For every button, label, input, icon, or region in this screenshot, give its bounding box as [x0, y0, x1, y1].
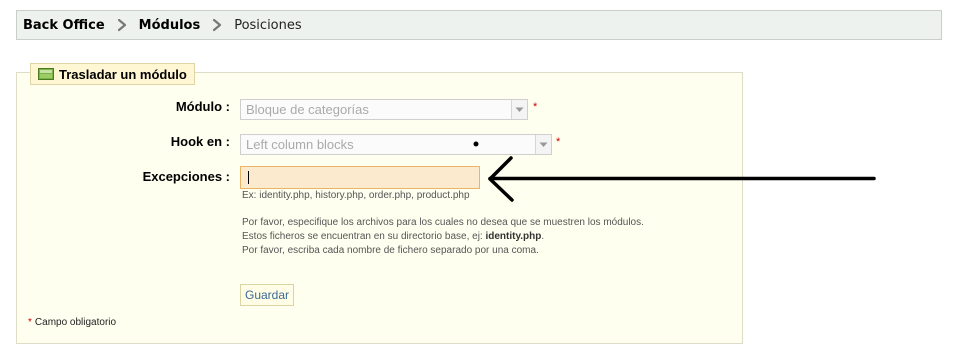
- save-button[interactable]: Guardar: [240, 284, 294, 306]
- modulo-select-value: Bloque de categorías: [246, 102, 369, 117]
- excepciones-label: Excepciones :: [142, 169, 230, 184]
- chevron-down-icon[interactable]: [511, 100, 527, 119]
- hook-select-value: Left column blocks: [246, 137, 354, 152]
- modulo-label: Módulo :: [175, 99, 230, 114]
- excepciones-example: Ex: identity.php, history.php, order.php…: [242, 190, 470, 201]
- breadcrumb-item-back-office[interactable]: Back Office: [23, 18, 105, 33]
- chevron-right-icon: [115, 18, 129, 32]
- chevron-right-icon: [210, 18, 224, 32]
- modulo-select[interactable]: Bloque de categorías: [240, 99, 528, 120]
- panel-icon: [38, 68, 54, 80]
- panel-title: Trasladar un módulo: [59, 66, 187, 82]
- breadcrumb-item-posiciones: Posiciones: [234, 17, 302, 33]
- required-mark: *: [533, 101, 538, 113]
- help-line-2-prefix: Estos ficheros se encuentran en su direc…: [242, 231, 486, 242]
- required-field-note-text: Campo obligatorio: [34, 317, 117, 328]
- panel-legend: Trasladar un módulo: [30, 63, 195, 85]
- hook-label: Hook en :: [170, 134, 230, 149]
- breadcrumb-item-modulos[interactable]: Módulos: [139, 18, 201, 33]
- help-line-2-suffix: .: [541, 231, 545, 242]
- help-line-3: Por favor, escriba cada nombre de ficher…: [242, 245, 539, 256]
- hook-select[interactable]: Left column blocks: [240, 134, 552, 155]
- chevron-down-icon[interactable]: [535, 135, 551, 154]
- required-mark: *: [28, 317, 32, 328]
- help-line-2-filename: identity.php: [485, 231, 542, 242]
- excepciones-input[interactable]: [240, 166, 480, 189]
- page: Back Office Módulos Posiciones Trasladar…: [0, 0, 955, 356]
- required-mark: *: [556, 136, 561, 148]
- help-line-1: Por favor, especifique los archivos para…: [242, 217, 644, 228]
- text-caret: [248, 171, 249, 184]
- help-line-2: Estos ficheros se encuentran en su direc…: [242, 231, 544, 242]
- breadcrumb: Back Office Módulos Posiciones: [16, 10, 942, 40]
- required-field-note: * Campo obligatorio: [28, 317, 116, 328]
